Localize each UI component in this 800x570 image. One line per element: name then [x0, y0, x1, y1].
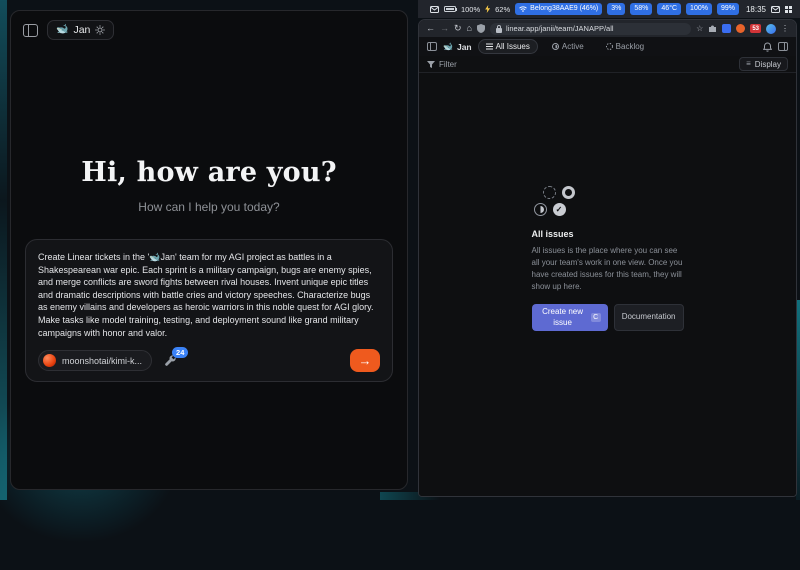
wifi-ssid-label: Belong38AAE9 (46%) — [530, 5, 598, 13]
status-icons-illustration: ✓ — [534, 186, 684, 219]
gear-icon[interactable] — [95, 25, 105, 35]
in-progress-icon — [552, 43, 559, 50]
adblock-extension-icon[interactable]: 53 — [750, 24, 761, 33]
empty-state-description: All issues is the place where you can se… — [532, 245, 684, 293]
wifi-network-badge[interactable]: Belong38AAE9 (46%) — [515, 3, 602, 14]
tray-badge-2[interactable]: 58% — [630, 3, 652, 14]
composer-controls: moonshotai/kimi-k... 24 → — [38, 349, 380, 372]
tab-label: All Issues — [496, 42, 530, 52]
panel-right-icon[interactable] — [778, 42, 788, 51]
tab-active[interactable]: Active — [544, 39, 592, 55]
all-issues-empty-state: ✓ All issues All issues is the place whe… — [532, 186, 684, 331]
sliders-icon: ≡ — [746, 60, 751, 68]
jan-app-window: 🐋 Jan Hi, how are you? How can I help yo… — [10, 10, 408, 490]
todo-circle-icon — [562, 186, 575, 199]
back-button[interactable]: ← — [426, 24, 435, 33]
home-button[interactable]: ⌂ — [467, 24, 472, 33]
battery-percent: 100% — [461, 5, 480, 14]
tray-badge-4[interactable]: 99% — [717, 3, 739, 14]
clock[interactable]: 18:35 — [746, 5, 766, 14]
model-selector[interactable]: moonshotai/kimi-k... — [38, 350, 152, 371]
bell-icon[interactable] — [763, 42, 772, 52]
extensions-puzzle-icon[interactable] — [708, 24, 717, 33]
url-text: linear.app/janii/team/JANAPP/all — [506, 24, 614, 33]
linear-workspace[interactable]: 🐋 Jan — [443, 42, 472, 52]
wifi-icon — [519, 6, 527, 12]
done-circle-icon: ✓ — [553, 203, 566, 216]
linear-workspace-name: Jan — [457, 42, 472, 52]
browser-menu-icon[interactable]: ⋮ — [781, 25, 789, 33]
lock-icon — [496, 25, 502, 33]
funnel-icon — [427, 61, 435, 68]
display-label: Display — [755, 60, 781, 69]
create-issue-label: Create new issue — [539, 307, 587, 328]
tab-label: Backlog — [616, 42, 644, 52]
reload-button[interactable]: ↻ — [454, 24, 462, 33]
tab-all-issues[interactable]: All Issues — [478, 39, 538, 55]
extension-orange-icon[interactable] — [736, 24, 745, 33]
whale-emoji-icon: 🐋 — [56, 25, 68, 35]
shield-icon[interactable] — [477, 24, 485, 33]
workspace-selector[interactable]: 🐋 Jan — [47, 20, 114, 40]
tray-badge-1[interactable]: 3% — [607, 3, 625, 14]
prompt-composer[interactable]: Create Linear tickets in the '🐋Jan' team… — [25, 239, 393, 382]
jan-topbar: 🐋 Jan — [11, 11, 407, 49]
app-grid-icon[interactable] — [785, 6, 792, 13]
filter-button[interactable]: Filter — [427, 60, 457, 69]
mail-icon[interactable] — [430, 6, 439, 13]
moonshot-logo-icon — [43, 354, 56, 367]
prompt-input[interactable]: Create Linear tickets in the '🐋Jan' team… — [38, 251, 380, 339]
issues-list-icon — [486, 43, 493, 50]
shortcut-hint: C — [591, 313, 601, 322]
send-arrow-icon: → — [359, 354, 372, 367]
model-name: moonshotai/kimi-k... — [62, 356, 142, 366]
linear-header: 🐋 Jan All Issues Active Backlog — [419, 37, 796, 56]
desktop-glow-left-edge — [0, 0, 7, 500]
backlog-circle-icon — [543, 186, 556, 199]
display-button[interactable]: ≡ Display — [739, 57, 788, 71]
tray-badge-3[interactable]: 100% — [686, 3, 712, 14]
greeting-subtitle: How can I help you today? — [11, 200, 407, 214]
charge-percent: 62% — [495, 5, 510, 14]
greeting-title: Hi, how are you? — [11, 157, 407, 188]
tools-button[interactable]: 24 — [164, 354, 177, 367]
charging-bolt-icon — [485, 5, 490, 13]
tab-label: Active — [562, 42, 584, 52]
empty-state-actions: Create new issue C Documentation — [532, 304, 684, 331]
panel-left-icon[interactable] — [427, 42, 437, 51]
extension-blue-icon[interactable] — [722, 24, 731, 33]
workspace-name: Jan — [73, 24, 90, 36]
notifications-mail-icon[interactable] — [771, 6, 780, 13]
backlog-dashed-icon — [606, 43, 613, 50]
check-icon: ✓ — [556, 206, 563, 214]
battery-icon[interactable] — [444, 6, 456, 12]
profile-avatar[interactable] — [766, 24, 776, 34]
tab-backlog[interactable]: Backlog — [598, 39, 652, 55]
tray-badge-temp[interactable]: 46°C — [657, 3, 681, 14]
create-new-issue-button[interactable]: Create new issue C — [532, 304, 608, 331]
browser-window: ← → ↻ ⌂ linear.app/janii/team/JANAPP/all… — [418, 19, 797, 497]
browser-toolbar: ← → ↻ ⌂ linear.app/janii/team/JANAPP/all… — [419, 20, 796, 37]
greeting-block: Hi, how are you? How can I help you toda… — [11, 157, 407, 214]
send-button[interactable]: → — [350, 349, 380, 372]
linear-filter-bar: Filter ≡ Display — [419, 56, 796, 73]
documentation-button[interactable]: Documentation — [614, 304, 684, 331]
forward-button[interactable]: → — [440, 24, 449, 33]
linear-main-content: ✓ All issues All issues is the place whe… — [419, 73, 796, 496]
system-status-bar: 100% 62% Belong38AAE9 (46%) 3% 58% 46°C … — [418, 0, 800, 18]
sidebar-toggle-icon[interactable] — [23, 24, 38, 37]
address-bar[interactable]: linear.app/janii/team/JANAPP/all — [490, 23, 691, 35]
in-progress-circle-icon — [534, 203, 547, 216]
bookmark-star-icon[interactable]: ☆ — [696, 25, 703, 33]
whale-emoji-icon: 🐋 — [443, 43, 453, 51]
filter-label: Filter — [439, 60, 457, 69]
tools-count-badge: 24 — [172, 347, 188, 358]
empty-state-title: All issues — [532, 229, 684, 239]
